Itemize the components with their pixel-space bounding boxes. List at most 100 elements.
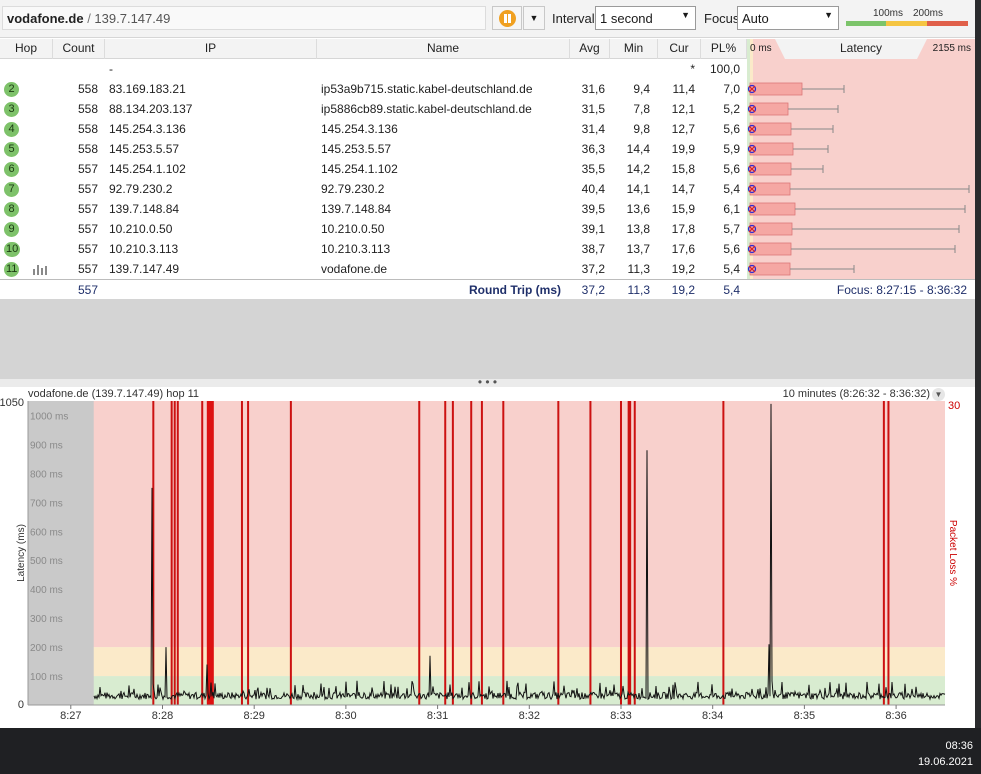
cell-avg: 38,7 xyxy=(581,242,605,256)
taskbar-clock[interactable]: 08:36 19.06.2021 xyxy=(918,738,973,770)
pause-dropdown-button[interactable]: ▼ xyxy=(523,6,545,30)
table-row[interactable]: 7 557 92.79.230.2 92.79.230.2 40,4 14,1 14,7 5,… xyxy=(0,179,747,199)
cell-avg: 39,5 xyxy=(581,202,605,216)
table-row[interactable]: 5 558 145.253.5.57 145.253.5.57 36,3 14,4 19,9… xyxy=(0,139,747,159)
pause-button[interactable] xyxy=(492,6,522,30)
cell-name: ip5886cb89.static.kabel-deutschland.de xyxy=(321,102,532,116)
cell-avg: 31,5 xyxy=(581,102,605,116)
latency-min-label: 0 ms xyxy=(750,43,772,54)
focus-select[interactable]: Auto ▼ xyxy=(737,6,839,30)
cell-count: 557 xyxy=(77,202,98,216)
x-tick-label: 8:28 xyxy=(152,710,173,722)
table-row[interactable]: 9 557 10.210.0.50 10.210.0.50 39,1 13,8 17,8 5,… xyxy=(0,219,747,239)
hop-badge: 11 xyxy=(4,262,20,277)
y2-axis-label: Packet Loss % xyxy=(947,520,958,586)
table-row[interactable]: 2 558 83.169.183.21 ip53a9b715.static.kabel… xyxy=(0,79,747,99)
y-tick-label: 900 ms xyxy=(30,440,63,451)
y-tick-label: 500 ms xyxy=(30,556,63,567)
x-tick-label: 8:34 xyxy=(702,710,723,722)
latency-range-bar xyxy=(749,162,792,176)
hop-badge: 5 xyxy=(4,142,19,157)
table-row[interactable]: 6 557 145.254.1.102 145.254.1.102 35,5 14,2 15… xyxy=(0,159,747,179)
cell-cur: 14,7 xyxy=(671,182,695,196)
graph-toggle-icon[interactable] xyxy=(33,265,47,275)
target-field[interactable]: vodafone.de / 139.7.147.49 xyxy=(2,6,486,30)
y-tick-label: 1000 ms xyxy=(30,411,68,422)
target-separator: / xyxy=(83,11,95,26)
legend-bad-bar xyxy=(927,21,968,26)
cell-count: 558 xyxy=(77,102,98,116)
table-row[interactable]: 11 557 139.7.147.49 vodafone.de 37,2 11,3 19,2… xyxy=(0,259,747,279)
col-count[interactable]: Count xyxy=(53,39,105,59)
cell-pl: 5,6 xyxy=(723,162,740,176)
hop-badge: 3 xyxy=(4,102,19,117)
col-avg[interactable]: Avg xyxy=(570,39,610,59)
cell-name: 10.210.0.50 xyxy=(321,222,385,236)
clock-time: 08:36 xyxy=(945,740,973,752)
timeline-chart[interactable]: 1000 ms 900 ms 800 ms 700 ms 600 ms 500 ms 400… xyxy=(0,387,975,728)
x-tick-label: 8:33 xyxy=(610,710,631,722)
cell-min: 13,7 xyxy=(626,242,650,256)
col-ip[interactable]: IP xyxy=(105,39,317,59)
cell-cur: 19,2 xyxy=(671,262,695,276)
table-row[interactable]: 8 557 139.7.148.84 139.7.148.84 39,5 13,6 15,9… xyxy=(0,199,747,219)
toolbar: vodafone.de / 139.7.147.49 ▼ Interval 1 … xyxy=(0,0,975,38)
x-tick-label: 8:36 xyxy=(885,710,906,722)
interval-select[interactable]: 1 second ▼ xyxy=(595,6,696,30)
latency-range-bar xyxy=(749,142,794,156)
cell-ip: 10.210.3.113 xyxy=(109,242,179,256)
table-row[interactable]: 4 558 145.254.3.136 145.254.3.136 31,4 9,8 12,… xyxy=(0,119,747,139)
cell-count xyxy=(53,59,98,79)
y-tick-label: 800 ms xyxy=(30,469,63,480)
y2-axis-max: 30 xyxy=(948,400,960,412)
latency-range-bar xyxy=(749,122,792,136)
cell-min: 13,6 xyxy=(626,202,650,216)
cell-ip: 145.253.5.57 xyxy=(109,142,180,156)
cell-ip: 139.7.148.84 xyxy=(109,202,180,216)
cell-ip: 92.79.230.2 xyxy=(109,182,173,196)
cell-count: 557 xyxy=(77,162,98,176)
cell-min: 11,3 xyxy=(627,262,650,276)
cell-pl: 5,6 xyxy=(723,242,740,256)
cell-name xyxy=(321,59,566,79)
cell-pl: 5,2 xyxy=(723,102,740,116)
cell-min: 14,2 xyxy=(626,162,650,176)
cell-cur: 15,8 xyxy=(671,162,695,176)
cell-cur: 19,9 xyxy=(671,142,695,156)
cell-pl: 5,4 xyxy=(723,182,740,196)
table-row[interactable]: 10 557 10.210.3.113 10.210.3.113 38,7 13,7 17,… xyxy=(0,239,747,259)
cell-name: 145.254.3.136 xyxy=(321,122,398,136)
col-name[interactable]: Name xyxy=(317,39,570,59)
summary-row: 557 Round Trip (ms) 37,2 11,3 19,2 5,4 F… xyxy=(0,279,975,299)
splitter-handle[interactable]: • • • xyxy=(0,376,975,388)
cell-cur: * xyxy=(690,62,695,76)
table-row[interactable]: 3 558 88.134.203.137 ip5886cb89.static.kabe… xyxy=(0,99,747,119)
col-pl[interactable]: PL% xyxy=(701,39,747,59)
col-hop[interactable]: Hop xyxy=(0,39,53,59)
summary-count: 557 xyxy=(77,283,98,297)
col-latency[interactable]: 0 ms Latency 2155 ms xyxy=(747,39,975,59)
table-row[interactable]: - * 100,0 xyxy=(0,59,747,79)
cell-avg: 37,2 xyxy=(581,262,605,276)
summary-cur: 19,2 xyxy=(671,283,695,297)
timeline-graph-panel: vodafone.de (139.7.147.49) hop 11 10 min… xyxy=(0,387,975,728)
cell-cur: 12,1 xyxy=(671,102,695,116)
cell-count: 558 xyxy=(77,82,98,96)
target-host: vodafone.de xyxy=(7,11,84,26)
cell-avg: 36,3 xyxy=(581,142,605,156)
col-min[interactable]: Min xyxy=(610,39,658,59)
x-tick-label: 8:31 xyxy=(427,710,448,722)
y-tick-label: 200 ms xyxy=(30,643,63,654)
hop-badge: 10 xyxy=(4,242,21,257)
cell-avg: 40,4 xyxy=(581,182,605,196)
cell-cur: 11,4 xyxy=(672,82,695,96)
cell-name: 145.253.5.57 xyxy=(321,142,392,156)
cell-count: 558 xyxy=(77,122,98,136)
hop-badge: 2 xyxy=(4,82,19,97)
cell-name: 145.254.1.102 xyxy=(321,162,398,176)
interval-label: Interval xyxy=(552,11,595,26)
chevron-down-icon: ▼ xyxy=(824,10,833,20)
y-tick-label: 400 ms xyxy=(30,585,63,596)
col-cur[interactable]: Cur xyxy=(658,39,701,59)
y-tick-label: 700 ms xyxy=(30,498,63,509)
